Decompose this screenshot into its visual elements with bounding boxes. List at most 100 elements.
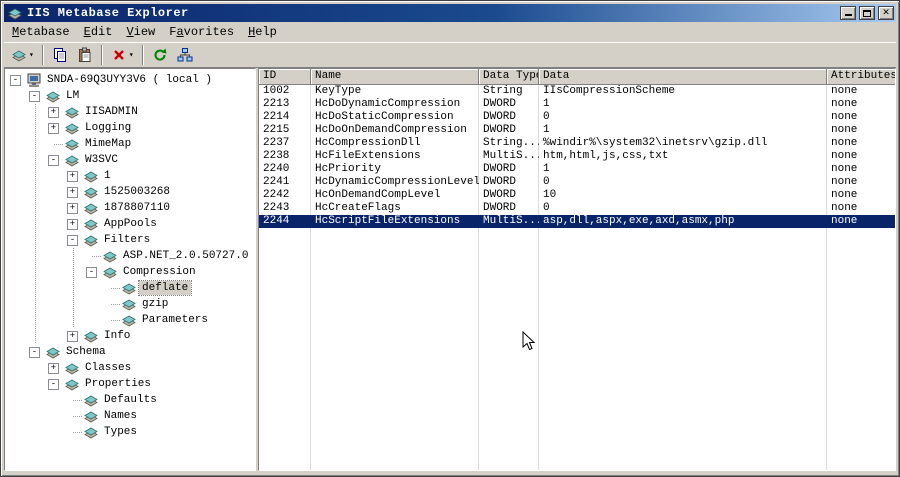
tree-node-properties[interactable]: - Properties: [7, 376, 255, 392]
menu-edit[interactable]: Edit: [77, 23, 120, 41]
tree-node-w3svc[interactable]: - W3SVC: [7, 152, 255, 168]
tree-node-mimemap[interactable]: MimeMap: [7, 136, 255, 152]
table-row-2243[interactable]: 2243 HcCreateFlags DWORD 0 none: [259, 202, 895, 215]
tree-node-asp-net-2-0-50727-0[interactable]: ASP.NET_2.0.50727.0: [7, 248, 255, 264]
tree-node-label[interactable]: Parameters: [139, 313, 211, 327]
tree-node-label[interactable]: IISADMIN: [82, 105, 141, 119]
expand-toggle[interactable]: +: [67, 186, 78, 198]
tree-node-logging[interactable]: + Logging: [7, 120, 255, 136]
tree-node-label[interactable]: Logging: [82, 121, 134, 135]
tree-node-parameters[interactable]: Parameters: [7, 312, 255, 328]
collapse-toggle[interactable]: -: [67, 234, 78, 246]
tree-node-label[interactable]: gzip: [139, 297, 171, 311]
dropdown-arrow-icon[interactable]: ▾: [128, 50, 135, 60]
paste-button[interactable]: [73, 44, 97, 66]
table-row-2244[interactable]: 2244 HcScriptFileExtensions MultiS... asp,d…: [259, 215, 895, 228]
tree-node-classes[interactable]: + Classes: [7, 360, 255, 376]
tree-node-deflate[interactable]: deflate: [7, 280, 255, 296]
menu-view[interactable]: View: [119, 23, 162, 41]
title-bar[interactable]: IIS Metabase Explorer ✕: [4, 4, 896, 22]
column-header-data[interactable]: Data: [539, 69, 827, 85]
table-row-2240[interactable]: 2240 HcPriority DWORD 1 none: [259, 163, 895, 176]
tree-node-label[interactable]: W3SVC: [82, 153, 121, 167]
delete-button[interactable]: ▾: [107, 44, 138, 66]
tree-node-label[interactable]: deflate: [137, 280, 193, 296]
collapse-toggle[interactable]: -: [86, 266, 97, 278]
table-row-2242[interactable]: 2242 HcOnDemandCompLevel DWORD 10 none: [259, 189, 895, 202]
tree-node-label[interactable]: Schema: [63, 345, 109, 359]
tree-node-label[interactable]: ASP.NET_2.0.50727.0: [120, 249, 251, 263]
collapse-toggle[interactable]: -: [29, 346, 40, 358]
tree-node-label[interactable]: Properties: [82, 377, 154, 391]
tree-node-label[interactable]: LM: [63, 89, 82, 103]
tree-node-lm[interactable]: - LM: [7, 88, 255, 104]
maximize-button[interactable]: [859, 6, 875, 20]
tree-node-label[interactable]: Names: [101, 409, 140, 423]
table-row-2238[interactable]: 2238 HcFileExtensions MultiS... htm,html,js…: [259, 150, 895, 163]
tree-node-1[interactable]: +1: [7, 168, 255, 184]
collapse-toggle[interactable]: -: [48, 154, 59, 166]
column-header-id[interactable]: ID: [259, 69, 311, 85]
tree-node-1525003268[interactable]: +1525003268: [7, 184, 255, 200]
column-header-attributes[interactable]: Attributes: [827, 69, 895, 85]
tree-node-defaults[interactable]: Defaults: [7, 392, 255, 408]
property-list[interactable]: ID Name Data Type Data Attributes 1002 KeyTyp…: [258, 68, 896, 471]
tree-node-label[interactable]: 1878807110: [101, 201, 173, 215]
collapse-toggle[interactable]: -: [10, 74, 21, 86]
tree-node-info[interactable]: + Info: [7, 328, 255, 344]
new-key-button[interactable]: ▾: [7, 44, 38, 66]
expand-toggle[interactable]: +: [48, 122, 59, 134]
tree-node-types[interactable]: Types: [7, 424, 255, 440]
tree-node-schema[interactable]: - Schema: [7, 344, 255, 360]
tree-node-label[interactable]: Classes: [82, 361, 134, 375]
menu-favorites[interactable]: Favorites: [162, 23, 241, 41]
tree-node-gzip[interactable]: gzip: [7, 296, 255, 312]
collapse-toggle[interactable]: -: [29, 90, 40, 102]
tree-node-apppools[interactable]: + AppPools: [7, 216, 255, 232]
tree-node-1878807110[interactable]: +1878807110: [7, 200, 255, 216]
refresh-button[interactable]: [148, 44, 172, 66]
expand-toggle[interactable]: +: [67, 202, 78, 214]
app-icon: [6, 5, 24, 21]
minimize-button[interactable]: [840, 6, 856, 20]
collapse-toggle[interactable]: -: [48, 378, 59, 390]
expand-toggle[interactable]: +: [67, 218, 78, 230]
table-row-2237[interactable]: 2237 HcCompressionDll String... %windir%\sy…: [259, 137, 895, 150]
tree-node-label[interactable]: AppPools: [101, 217, 160, 231]
tree-node-compression[interactable]: - Compression: [7, 264, 255, 280]
tree-indent-guide: [26, 120, 45, 136]
table-row-2241[interactable]: 2241 HcDynamicCompressionLevel DWORD 0 none: [259, 176, 895, 189]
copy-button[interactable]: [48, 44, 72, 66]
table-header: ID Name Data Type Data Attributes: [259, 69, 895, 85]
tree-node-label[interactable]: MimeMap: [82, 137, 134, 151]
tree-node-label[interactable]: 1525003268: [101, 185, 173, 199]
tree-node-label[interactable]: Info: [101, 329, 133, 343]
tree-connector: -: [26, 88, 45, 104]
tree-node-label[interactable]: SNDA-69Q3UYY3V6 ( local ): [44, 73, 215, 87]
tree-node-label[interactable]: Types: [101, 425, 140, 439]
table-row-2214[interactable]: 2214 HcDoStaticCompression DWORD 0 none: [259, 111, 895, 124]
expand-toggle[interactable]: +: [48, 362, 59, 374]
table-row-2213[interactable]: 2213 HcDoDynamicCompression DWORD 1 none: [259, 98, 895, 111]
tree-node-label[interactable]: Defaults: [101, 393, 160, 407]
table-row-2215[interactable]: 2215 HcDoOnDemandCompression DWORD 1 none: [259, 124, 895, 137]
tree-node-label[interactable]: 1: [101, 169, 114, 183]
tree-node-iisadmin[interactable]: + IISADMIN: [7, 104, 255, 120]
tree-node-snda-69q3uyy3v6-local[interactable]: - SNDA-69Q3UYY3V6 ( local ): [7, 72, 255, 88]
tree-node-label[interactable]: Filters: [101, 233, 153, 247]
network-button[interactable]: [173, 44, 197, 66]
tree-view[interactable]: - SNDA-69Q3UYY3V6 ( local ) - LM + IISADMIN + L…: [4, 68, 256, 471]
tree-node-names[interactable]: Names: [7, 408, 255, 424]
column-header-data-type[interactable]: Data Type: [479, 69, 539, 85]
close-button[interactable]: ✕: [878, 6, 894, 20]
expand-toggle[interactable]: +: [67, 330, 78, 342]
tree-node-filters[interactable]: - Filters: [7, 232, 255, 248]
expand-toggle[interactable]: +: [48, 106, 59, 118]
dropdown-arrow-icon[interactable]: ▾: [28, 50, 35, 60]
table-row-1002[interactable]: 1002 KeyType String IIsCompressionScheme non…: [259, 85, 895, 98]
column-header-name[interactable]: Name: [311, 69, 479, 85]
menu-metabase[interactable]: Metabase: [5, 23, 77, 41]
expand-toggle[interactable]: +: [67, 170, 78, 182]
tree-node-label[interactable]: Compression: [120, 265, 199, 279]
menu-help[interactable]: Help: [241, 23, 284, 41]
